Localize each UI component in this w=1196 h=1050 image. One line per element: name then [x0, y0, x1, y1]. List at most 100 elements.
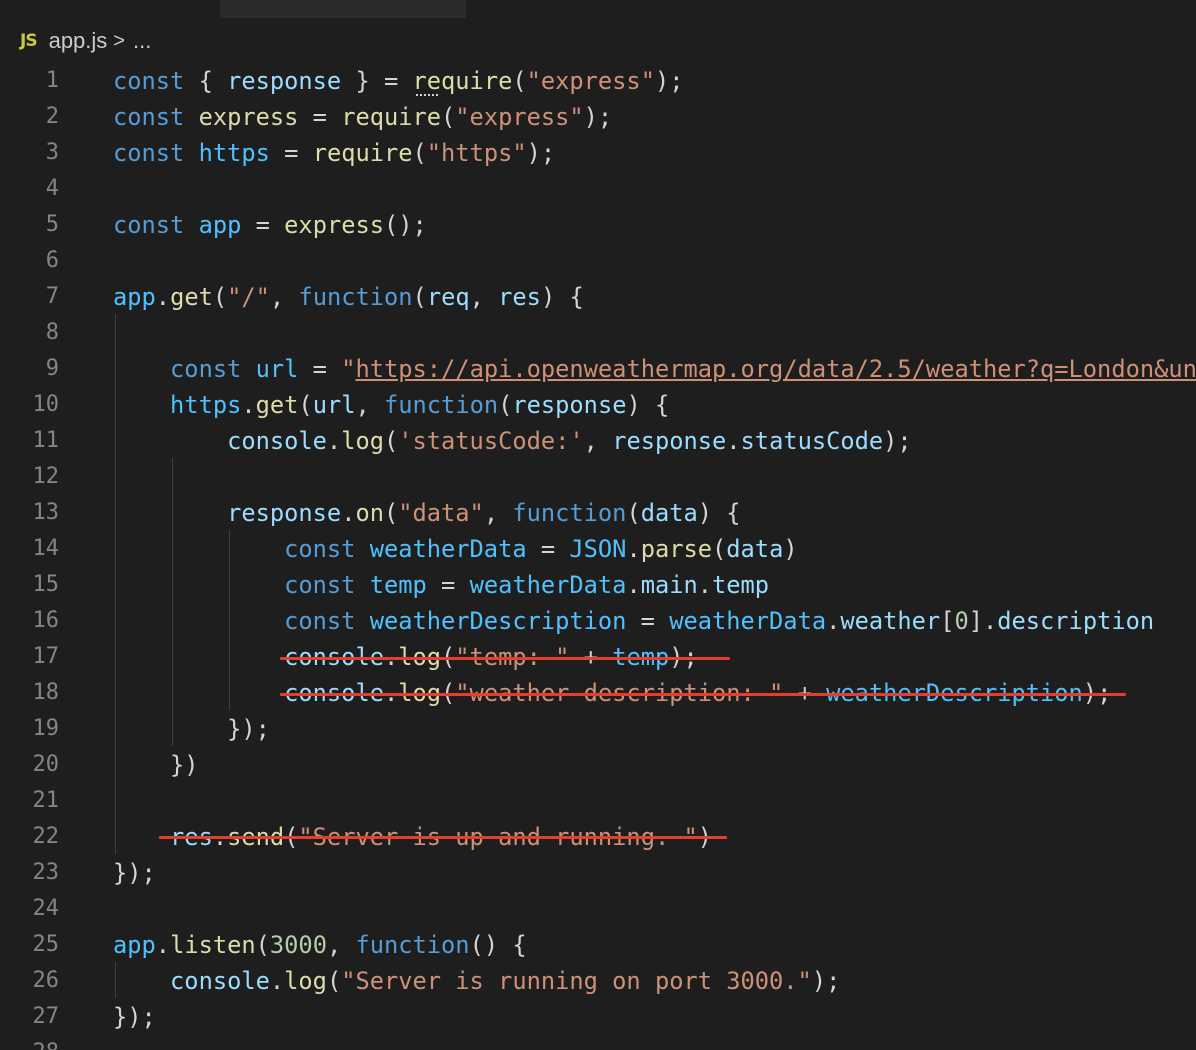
- breadcrumb-file[interactable]: app.js: [49, 28, 108, 54]
- code-token: =: [241, 211, 285, 239]
- code-line[interactable]: 20 }): [0, 747, 1196, 783]
- code-token: );: [654, 67, 684, 95]
- code-line[interactable]: 26 console.log("Server is running on por…: [0, 963, 1196, 999]
- code-token: app: [113, 931, 156, 959]
- strike-mark-line-22: [159, 836, 727, 839]
- code-line[interactable]: 27});: [0, 999, 1196, 1035]
- code-token: );: [583, 103, 613, 131]
- code-token: ,: [355, 391, 385, 419]
- editor-tab[interactable]: [220, 0, 466, 18]
- code-token: response: [227, 499, 342, 527]
- code-token: .: [697, 571, 713, 599]
- line-number: 16: [32, 608, 60, 633]
- line-number: 10: [32, 392, 60, 417]
- code-line[interactable]: 3 const https = require("https");: [0, 135, 1196, 171]
- line-number: 20: [32, 752, 60, 777]
- code-token: ) {: [697, 499, 741, 527]
- code-token: (: [412, 139, 427, 167]
- code-text: https.get(url, function(response) {: [113, 387, 669, 423]
- code-token: temp: [712, 571, 770, 599]
- code-line[interactable]: 19 });: [0, 711, 1196, 747]
- code-token: .: [269, 967, 285, 995]
- code-line[interactable]: 8: [0, 315, 1196, 351]
- code-line[interactable]: 21: [0, 783, 1196, 819]
- code-line[interactable]: 9 const url = "https://api.openweatherma…: [0, 351, 1196, 387]
- code-token: url: [312, 391, 356, 419]
- code-line[interactable]: 14 const weatherData = JSON.parse(data): [0, 531, 1196, 567]
- code-token: ) {: [626, 391, 670, 419]
- line-number: 7: [45, 284, 59, 309]
- code-line[interactable]: 28: [0, 1035, 1196, 1050]
- code-line[interactable]: 6: [0, 243, 1196, 279]
- code-token: ": [341, 355, 356, 383]
- code-token: https: [198, 139, 270, 167]
- code-token: (: [212, 283, 228, 311]
- code-text: console.log("Server is running on port 3…: [113, 963, 840, 999]
- code-token: weatherData: [369, 535, 527, 563]
- code-text: }): [113, 747, 199, 783]
- line-number: 1: [45, 68, 59, 93]
- code-text: });: [113, 711, 270, 747]
- code-token: const: [170, 355, 242, 383]
- code-token: });: [113, 715, 270, 743]
- hint-squiggle: [416, 91, 438, 96]
- breadcrumb-symbols[interactable]: ...: [133, 28, 151, 54]
- code-text: console.log('statusCode:', response.stat…: [113, 423, 912, 459]
- code-token: log: [284, 967, 327, 995]
- code-token: .: [341, 499, 356, 527]
- code-text: });: [113, 999, 156, 1035]
- code-token: .: [155, 283, 171, 311]
- code-token: ();: [384, 211, 427, 239]
- code-token: );: [526, 139, 556, 167]
- line-number: 28: [0, 1035, 60, 1050]
- code-token: =: [298, 103, 342, 131]
- code-text: const url = "https://api.openweathermap.…: [113, 351, 1196, 387]
- code-line[interactable]: 13 response.on("data", function(data) {: [0, 495, 1196, 531]
- line-number: 26: [32, 968, 60, 993]
- line-number: 5: [45, 212, 59, 237]
- code-line[interactable]: 5 const app = express();: [0, 207, 1196, 243]
- code-line[interactable]: 24: [0, 891, 1196, 927]
- code-token: weather: [840, 607, 941, 635]
- code-editor[interactable]: 1 const { response } = require("express")…: [0, 62, 1196, 1050]
- code-token: function: [512, 499, 627, 527]
- code-token: }): [113, 751, 199, 779]
- code-token: weatherData: [669, 607, 827, 635]
- code-line[interactable]: 2 const express = require("express");: [0, 99, 1196, 135]
- code-text: app.get("/", function(req, res) {: [113, 279, 584, 315]
- code-token: =: [298, 355, 342, 383]
- code-line[interactable]: 4: [0, 171, 1196, 207]
- code-token: } =: [341, 67, 413, 95]
- code-line[interactable]: 1 const { response } = require("express")…: [0, 63, 1196, 99]
- code-token: () {: [469, 931, 527, 959]
- code-token: app: [198, 211, 242, 239]
- line-number: 12: [32, 464, 60, 489]
- line-number: 21: [32, 788, 60, 813]
- code-line[interactable]: 10 https.get(url, function(response) {: [0, 387, 1196, 423]
- code-token: require: [312, 139, 413, 167]
- code-line[interactable]: 16 const weatherDescription = weatherDat…: [0, 603, 1196, 639]
- javascript-file-icon: JS: [20, 31, 38, 51]
- code-token: const: [284, 607, 356, 635]
- code-token: =: [426, 571, 470, 599]
- code-line[interactable]: 15 const temp = weatherData.main.temp: [0, 567, 1196, 603]
- code-text: const weatherData = JSON.parse(data): [113, 531, 797, 567]
- code-line[interactable]: 23});: [0, 855, 1196, 891]
- code-token: description: [997, 607, 1155, 635]
- code-line[interactable]: 11 console.log('statusCode:', response.s…: [0, 423, 1196, 459]
- code-token: https: [170, 391, 242, 419]
- code-token: .: [626, 535, 641, 563]
- code-token: get: [255, 391, 299, 419]
- code-line[interactable]: 12: [0, 459, 1196, 495]
- code-token: ,: [269, 283, 299, 311]
- code-line[interactable]: 25 app.listen(3000, function() {: [0, 927, 1196, 963]
- code-token: (: [412, 283, 427, 311]
- code-token: response: [512, 391, 627, 419]
- code-token: 0: [954, 607, 969, 635]
- code-line[interactable]: 7 app.get("/", function(req, res) {: [0, 279, 1196, 315]
- code-text: const { response } = require("express");: [113, 63, 684, 99]
